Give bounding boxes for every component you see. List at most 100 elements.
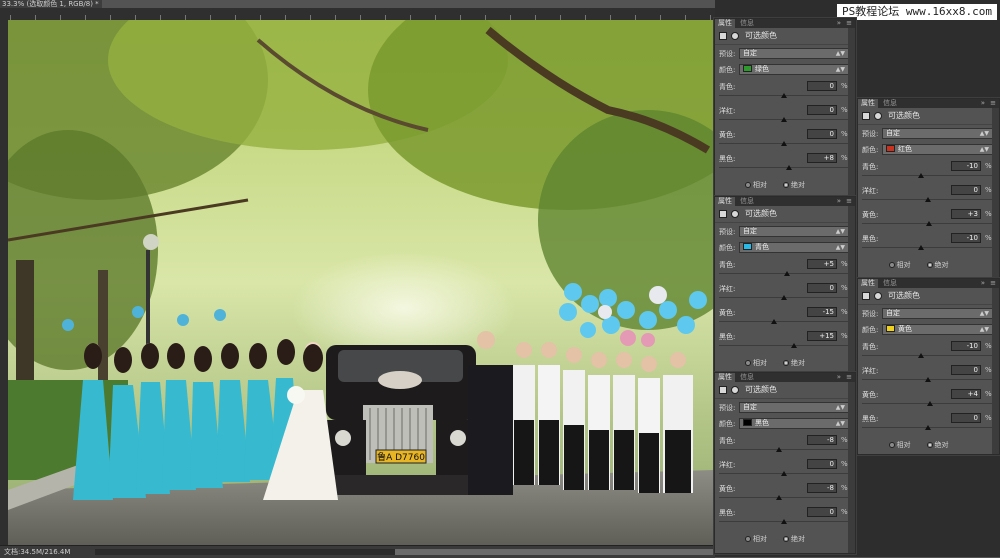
radio-relative[interactable]: 相对 — [888, 260, 911, 270]
slider-thumb[interactable] — [784, 271, 791, 276]
document-tab[interactable]: 33.3% (选取颜色 1, RGB/8) * — [0, 0, 102, 8]
collapse-icon[interactable]: » — [837, 373, 841, 382]
panel-menu-icon[interactable]: ≡ — [846, 19, 852, 28]
panel-scrollbar[interactable] — [848, 206, 855, 375]
slider-track[interactable] — [719, 345, 849, 346]
panel-scrollbar[interactable] — [848, 382, 855, 553]
tab-info[interactable]: 信息 — [737, 197, 757, 206]
slider-value-field[interactable]: -8 — [807, 435, 837, 445]
slider-value-field[interactable]: 0 — [807, 283, 837, 293]
tab-info[interactable]: 信息 — [737, 19, 757, 28]
panel-menu-icon[interactable]: ≡ — [990, 279, 996, 288]
horizontal-scrollbar[interactable] — [95, 549, 715, 555]
slider-value-field[interactable]: 0 — [951, 365, 981, 375]
mask-icon[interactable] — [874, 112, 882, 120]
panel-menu-icon[interactable]: ≡ — [846, 197, 852, 206]
slider-thumb[interactable] — [781, 141, 787, 146]
slider-thumb[interactable] — [775, 495, 782, 500]
slider-value-field[interactable]: 0 — [951, 413, 981, 423]
panel-menu-icon[interactable]: ≡ — [846, 373, 852, 382]
slider-value-field[interactable]: 0 — [951, 185, 981, 195]
panel-menu-icon[interactable]: ≡ — [990, 99, 996, 108]
mask-icon[interactable] — [731, 210, 739, 218]
slider-thumb[interactable] — [917, 245, 924, 250]
tab-info[interactable]: 信息 — [880, 99, 900, 108]
slider-thumb[interactable] — [781, 519, 787, 524]
slider-value-field[interactable]: +8 — [807, 153, 837, 163]
collapse-icon[interactable]: » — [837, 19, 841, 28]
slider-thumb[interactable] — [926, 221, 933, 226]
slider-value-field[interactable]: +3 — [951, 209, 981, 219]
horizontal-scroll-thumb[interactable] — [395, 549, 715, 555]
slider-value-field[interactable]: -8 — [807, 483, 837, 493]
slider-thumb[interactable] — [917, 353, 924, 358]
collapse-icon[interactable]: » — [981, 279, 985, 288]
color-dropdown[interactable]: 绿色 ▲▼ — [739, 64, 849, 75]
slider-thumb[interactable] — [781, 93, 787, 98]
slider-value-field[interactable]: 0 — [807, 507, 837, 517]
slider-thumb[interactable] — [786, 165, 793, 170]
tab-info[interactable]: 信息 — [737, 373, 757, 382]
radio-relative[interactable]: 相对 — [888, 440, 911, 450]
mask-icon[interactable] — [731, 32, 739, 40]
panel-scrollbar[interactable] — [992, 108, 999, 277]
slider-thumb[interactable] — [781, 295, 787, 300]
radio-relative[interactable]: 相对 — [745, 358, 767, 368]
tab-info[interactable]: 信息 — [880, 279, 900, 288]
preset-dropdown[interactable]: 自定 ▲▼ — [882, 128, 993, 139]
color-dropdown[interactable]: 黄色 ▲▼ — [882, 324, 993, 335]
collapse-icon[interactable]: » — [837, 197, 841, 206]
radio-relative[interactable]: 相对 — [745, 180, 767, 190]
mask-icon[interactable] — [874, 292, 882, 300]
color-dropdown[interactable]: 红色 ▲▼ — [882, 144, 993, 155]
slider-thumb[interactable] — [917, 173, 924, 178]
slider-thumb[interactable] — [927, 401, 934, 406]
slider-thumb[interactable] — [771, 319, 778, 324]
slider-thumb[interactable] — [781, 117, 787, 122]
slider-value-field[interactable]: 0 — [807, 459, 837, 469]
slider-value-field[interactable]: 0 — [807, 105, 837, 115]
slider-value-field[interactable]: 0 — [807, 129, 837, 139]
slider-thumb[interactable] — [924, 197, 931, 202]
panel-scrollbar[interactable] — [992, 288, 999, 454]
slider-track[interactable] — [862, 355, 993, 356]
color-dropdown[interactable]: 黑色 ▲▼ — [739, 418, 849, 429]
preset-dropdown[interactable]: 自定 ▲▼ — [739, 48, 849, 59]
preset-dropdown[interactable]: 自定 ▲▼ — [882, 308, 993, 319]
slider-value-field[interactable]: 0 — [807, 81, 837, 91]
preset-dropdown[interactable]: 自定 ▲▼ — [739, 402, 849, 413]
slider-thumb[interactable] — [790, 343, 797, 348]
slider-track[interactable] — [719, 497, 849, 498]
radio-absolute[interactable]: 绝对 — [926, 260, 949, 270]
radio-absolute[interactable]: 绝对 — [783, 534, 805, 544]
slider-value-field[interactable]: -10 — [951, 161, 981, 171]
collapse-icon[interactable]: » — [981, 99, 985, 108]
slider-thumb[interactable] — [775, 447, 782, 452]
slider-value-field[interactable]: -10 — [951, 341, 981, 351]
radio-absolute[interactable]: 绝对 — [783, 358, 805, 368]
mask-icon[interactable] — [731, 386, 739, 394]
slider-value-field[interactable]: +4 — [951, 389, 981, 399]
tab-properties[interactable]: 属性 — [715, 19, 735, 28]
canvas-photo[interactable]: 鲁A D7760 — [8, 20, 713, 545]
radio-relative[interactable]: 相对 — [745, 534, 767, 544]
slider-track[interactable] — [862, 175, 993, 176]
slider-thumb[interactable] — [781, 471, 787, 476]
slider-track[interactable] — [719, 321, 849, 322]
radio-absolute[interactable]: 绝对 — [926, 440, 949, 450]
slider-track[interactable] — [719, 449, 849, 450]
tab-properties[interactable]: 属性 — [858, 99, 878, 108]
tab-properties[interactable]: 属性 — [858, 279, 878, 288]
color-dropdown[interactable]: 青色 ▲▼ — [739, 242, 849, 253]
radio-absolute[interactable]: 绝对 — [783, 180, 805, 190]
slider-value-field[interactable]: +15 — [807, 331, 837, 341]
slider-value-field[interactable]: -15 — [807, 307, 837, 317]
slider-value-field[interactable]: -10 — [951, 233, 981, 243]
slider-track[interactable] — [719, 167, 849, 168]
slider-value-field[interactable]: +5 — [807, 259, 837, 269]
tab-properties[interactable]: 属性 — [715, 373, 735, 382]
preset-dropdown[interactable]: 自定 ▲▼ — [739, 226, 849, 237]
slider-thumb[interactable] — [924, 425, 931, 430]
slider-track[interactable] — [862, 247, 993, 248]
slider-thumb[interactable] — [924, 377, 931, 382]
